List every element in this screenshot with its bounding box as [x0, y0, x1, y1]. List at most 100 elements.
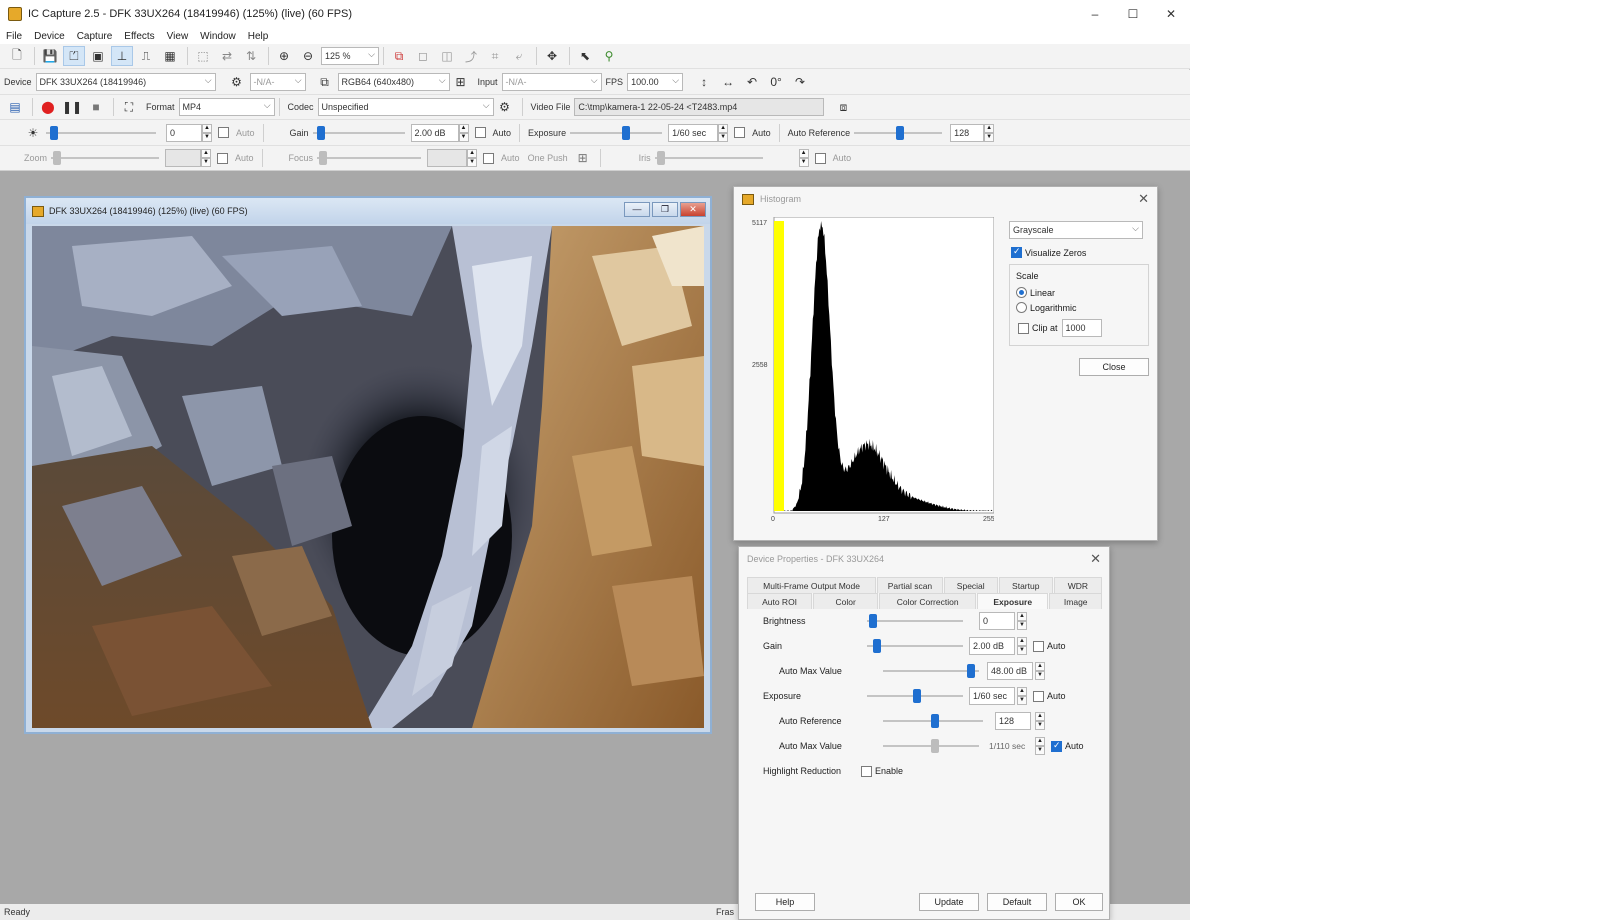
snapshot-icon[interactable]: ▣	[87, 46, 109, 66]
rotation-angle-icon[interactable]: 0°	[765, 72, 787, 92]
menu-file[interactable]: File	[6, 31, 22, 42]
zoom-in-icon[interactable]: ⊕	[273, 46, 295, 66]
exposure-slider[interactable]	[570, 124, 663, 142]
live-restore-button[interactable]: ❐	[652, 202, 678, 217]
exposure-reference-spinner[interactable]: ▲ ▼	[1035, 712, 1045, 730]
flip-v-icon[interactable]: ⇅	[240, 46, 262, 66]
zoom-slider[interactable]	[51, 149, 160, 167]
device-properties-close-icon[interactable]: ✕	[1090, 551, 1101, 567]
ok-button[interactable]: OK	[1055, 893, 1103, 911]
clip-value[interactable]: 1000	[1061, 319, 1102, 337]
prop-gain-spinner[interactable]: ▲ ▼	[1017, 637, 1027, 655]
brightness-auto-checkbox[interactable]	[218, 127, 229, 138]
histogram-dialog[interactable]: Histogram ✕ 5117 2558 0 127 255 Grayscal…	[733, 186, 1158, 541]
gain-max-spinner[interactable]: ▲ ▼	[1035, 662, 1045, 680]
device-properties-caption[interactable]: Device Properties - DFK 33UX264	[739, 547, 1109, 571]
fps-combo[interactable]: 100.00	[627, 73, 684, 91]
brightness-value[interactable]: 0	[166, 123, 202, 142]
help-button[interactable]: Help	[755, 893, 815, 911]
properties-icon[interactable]: ▦	[159, 46, 181, 66]
video-norm-combo[interactable]: -N/A-	[249, 73, 306, 91]
brightness-spinner[interactable]: ▲ ▼	[202, 123, 212, 142]
minimize-button[interactable]: –	[1076, 0, 1114, 28]
prop-brightness-value[interactable]: 0	[979, 612, 1015, 630]
exposure-value[interactable]: 1/60 sec	[668, 123, 719, 142]
focus-auto-checkbox[interactable]	[483, 152, 495, 164]
tab-special[interactable]: Special	[943, 577, 998, 593]
prop-exposure-value[interactable]: 1/60 sec	[969, 687, 1015, 705]
zoom-out-icon[interactable]: ⊖	[297, 46, 319, 66]
zoom-value[interactable]	[165, 149, 202, 167]
exposure-reference-slider[interactable]	[883, 712, 983, 730]
default-button[interactable]: Default	[987, 893, 1047, 911]
rotate-left-icon[interactable]: ↶	[741, 72, 763, 92]
menu-window[interactable]: Window	[200, 31, 236, 42]
menu-capture[interactable]: Capture	[77, 31, 113, 42]
graph-icon[interactable]: ⊥	[111, 46, 133, 66]
exposure-reference-value[interactable]: 128	[995, 712, 1031, 730]
format-grid-icon[interactable]: ⊞	[450, 72, 472, 92]
exposure-max-auto-checkbox[interactable]	[1051, 740, 1062, 752]
prop-gain-auto-checkbox[interactable]	[1033, 640, 1044, 652]
capture-settings-icon[interactable]: ▤	[4, 97, 26, 117]
format-combo[interactable]: MP4	[178, 98, 275, 116]
tab-exposure[interactable]: Exposure	[977, 593, 1049, 609]
tab-startup[interactable]: Startup	[998, 577, 1053, 593]
iris-spinner[interactable]: ▲ ▼	[798, 149, 809, 167]
gain-value[interactable]: 2.00 dB	[410, 123, 459, 142]
flip-vertical-icon[interactable]: ↕	[693, 72, 715, 92]
zoom-spinner[interactable]: ▲ ▼	[201, 149, 212, 167]
trigger-icon[interactable]: ⎍	[135, 46, 157, 66]
device-combo[interactable]: DFK 33UX264 (18419946)	[35, 73, 216, 91]
deinterlace-icon[interactable]: ◫	[436, 46, 458, 66]
new-file-icon[interactable]: 🗋	[6, 46, 28, 66]
menu-view[interactable]: View	[167, 31, 189, 42]
gain-auto-checkbox[interactable]	[474, 127, 486, 138]
flip-horizontal-icon[interactable]: ↔	[717, 72, 739, 92]
highlight-enable-checkbox[interactable]	[861, 765, 872, 777]
live-video-window[interactable]: DFK 33UX264 (18419946) (125%) (live) (60…	[24, 196, 712, 734]
flip-h-icon[interactable]: ⇄	[216, 46, 238, 66]
rotate-right-icon[interactable]: ↷	[789, 72, 811, 92]
prop-exposure-spinner[interactable]: ▲ ▼	[1017, 687, 1027, 705]
record-icon[interactable]: ⬤	[37, 97, 59, 117]
gain-spinner[interactable]: ▲ ▼	[458, 123, 469, 142]
menu-device[interactable]: Device	[34, 31, 65, 42]
pin-icon[interactable]: ⚲	[598, 46, 620, 66]
codec-combo[interactable]: Unspecified	[317, 98, 494, 116]
gain-slider[interactable]	[312, 124, 405, 142]
tab-color[interactable]: Color	[813, 593, 879, 609]
rotate-icon[interactable]: ⤴	[460, 46, 482, 66]
gain-max-value[interactable]: 48.00 dB	[987, 662, 1033, 680]
prop-brightness-slider[interactable]	[867, 612, 963, 630]
logarithmic-radio[interactable]	[1016, 302, 1027, 313]
codec-settings-icon[interactable]: ⚙	[494, 97, 516, 117]
visualize-zeros-checkbox[interactable]	[1011, 246, 1022, 258]
zoom-auto-checkbox[interactable]	[217, 152, 229, 164]
clip-checkbox[interactable]	[1018, 322, 1029, 334]
exposure-spinner[interactable]: ▲ ▼	[718, 123, 729, 142]
histogram-mode-combo[interactable]: Grayscale	[1009, 221, 1143, 239]
exposure-auto-checkbox[interactable]	[734, 127, 746, 138]
input-combo[interactable]: -N/A-	[501, 73, 602, 91]
exposure-max-slider[interactable]	[883, 737, 979, 755]
crop-icon[interactable]: ⌗	[484, 46, 506, 66]
tab-color-correction[interactable]: Color Correction	[879, 593, 976, 609]
browse-icon[interactable]: ⧈	[832, 97, 854, 117]
exposure-max-spinner[interactable]: ▲ ▼	[1035, 737, 1045, 755]
focus-slider[interactable]	[317, 149, 422, 167]
record-still-icon[interactable]: ⧉	[388, 46, 410, 66]
overlay-icon[interactable]: ◻	[412, 46, 434, 66]
menu-effects[interactable]: Effects	[124, 31, 154, 42]
stop-icon[interactable]: ■	[85, 97, 107, 117]
device-properties-dialog[interactable]: Device Properties - DFK 33UX264 ✕ Multi-…	[738, 546, 1110, 920]
videofile-field[interactable]: C:\tmp\kamera-1 22-05-24 <T2483.mp4	[574, 98, 825, 116]
focus-spinner[interactable]: ▲ ▼	[467, 149, 478, 167]
histogram-close-button[interactable]: Close	[1079, 358, 1149, 376]
maximize-button[interactable]: ☐	[1114, 0, 1152, 28]
auto-reference-value[interactable]: 128	[950, 123, 985, 142]
tab-wdr[interactable]: WDR	[1053, 577, 1102, 593]
move-icon[interactable]: ✥	[541, 46, 563, 66]
prop-brightness-spinner[interactable]: ▲ ▼	[1017, 612, 1027, 630]
prop-exposure-slider[interactable]	[867, 687, 963, 705]
